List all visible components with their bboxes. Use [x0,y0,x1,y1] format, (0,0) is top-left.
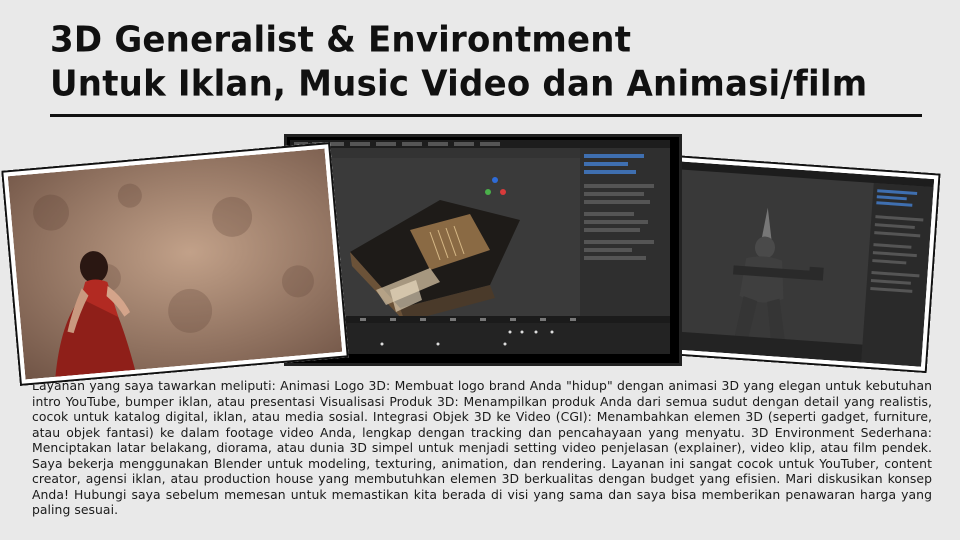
woman-render-illustration [7,148,343,380]
blender-environment-screenshot [290,140,676,360]
title-underline [50,114,922,117]
title-line-1: 3D Generalist & Environtment [50,19,632,62]
woman-render-image [7,148,343,380]
page-title: 3D Generalist & Environtment Untuk Iklan… [50,18,930,106]
blender-viewport-illustration [290,140,670,354]
left-photo-frame [1,142,349,386]
title-line-2: Untuk Iklan, Music Video dan Animasi/fil… [50,63,868,106]
service-description: Layanan yang saya tawarkan meliputi: Ani… [32,378,932,517]
